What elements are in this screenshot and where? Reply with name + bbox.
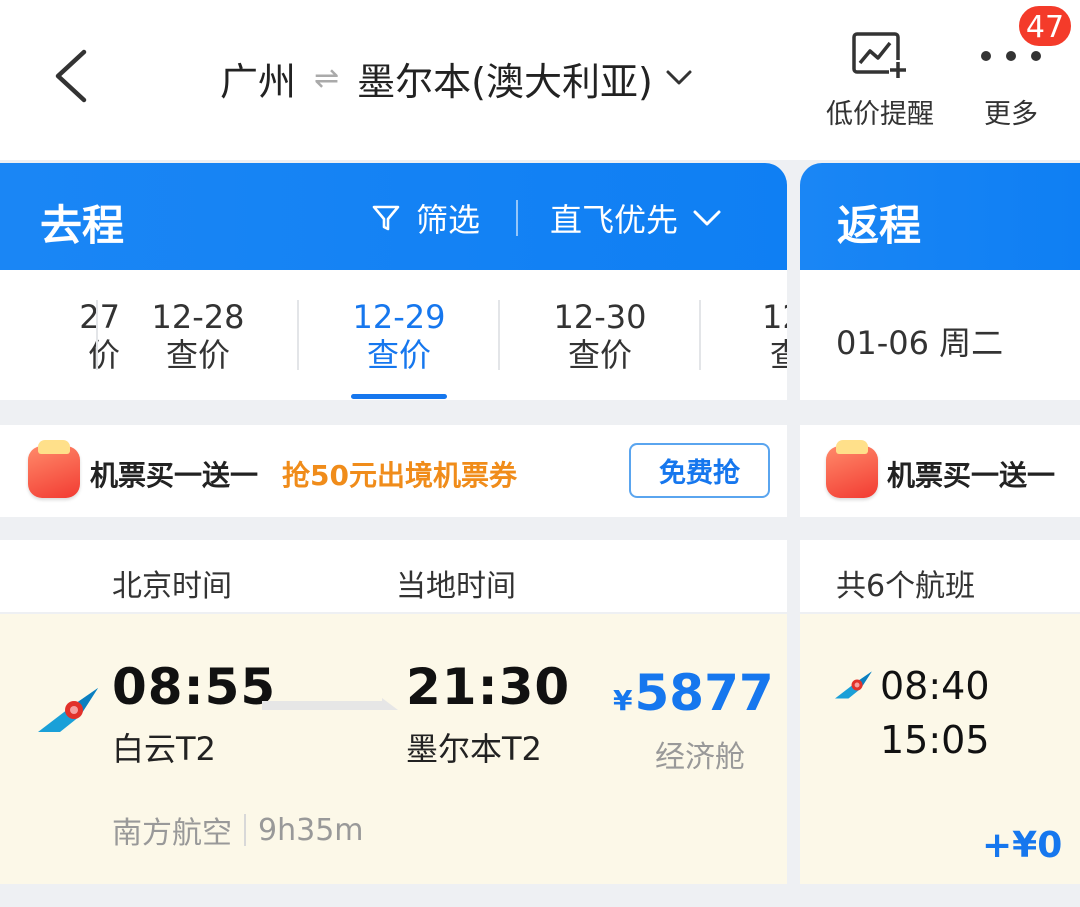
toolbar-divider xyxy=(516,200,519,236)
departure-airport: 白云T2 xyxy=(112,730,216,768)
arrival-time: 21:30 xyxy=(406,658,571,716)
notification-badge: 47 xyxy=(1017,4,1073,48)
cabin-class: 经济舱 xyxy=(655,740,745,775)
price-value: 5877 xyxy=(634,664,774,722)
local-time-label: 当地时间 xyxy=(396,569,516,604)
date-tab-12-29[interactable]: 12-29 查价 xyxy=(299,298,499,374)
promo-text: 机票买一送一 xyxy=(90,459,259,492)
filter-label: 筛选 xyxy=(416,201,481,239)
departure-time: 08:55 xyxy=(112,658,277,716)
chevron-down-icon xyxy=(693,210,721,226)
route-selector[interactable]: 广州 ⇌ 墨尔本(澳大利亚) xyxy=(220,48,693,108)
red-envelope-icon xyxy=(28,440,80,498)
back-button[interactable] xyxy=(40,40,110,110)
flight-price: ¥5877 xyxy=(613,664,774,722)
return-count-row: 共6个航班 xyxy=(800,540,1080,612)
chevron-down-icon xyxy=(666,70,692,85)
time-header-row: 北京时间 当地时间 xyxy=(0,540,787,612)
destination-city: 墨尔本(澳大利亚) xyxy=(357,59,653,104)
filter-button[interactable]: 筛选 xyxy=(370,195,480,241)
date-selector: 27 价 12-28 查价 12-29 查价 12-30 查价 12 查 xyxy=(0,270,787,400)
claim-coupon-button[interactable]: 免费抢 xyxy=(629,443,770,498)
return-arrival-time: 15:05 xyxy=(880,718,990,762)
flight-arrow-icon xyxy=(262,698,398,710)
chevron-left-icon xyxy=(55,49,87,103)
beijing-time-label: 北京时间 xyxy=(112,569,232,604)
origin-city: 广州 xyxy=(220,59,297,104)
date-tab-12-28[interactable]: 12-28 查价 xyxy=(98,298,298,374)
airline-name: 南方航空 xyxy=(112,816,232,851)
more-label: 更多 xyxy=(984,99,1038,130)
promo-coupon-text: 抢50元出境机票券 xyxy=(282,459,517,492)
date-tab-12-30[interactable]: 12-30 查价 xyxy=(500,298,700,374)
date-tab-next[interactable]: 12 查 xyxy=(762,298,787,374)
selected-date-indicator xyxy=(351,394,447,399)
swap-arrow-icon: ⇌ xyxy=(314,60,340,96)
flight-meta: 南方航空 9h35m xyxy=(112,808,364,852)
return-title: 返程 xyxy=(837,201,922,250)
date-divider xyxy=(699,300,701,370)
sort-label: 直飞优先 xyxy=(550,201,679,239)
red-envelope-icon xyxy=(826,440,878,498)
return-date-selector[interactable]: 01-06 周二 xyxy=(800,270,1080,400)
china-southern-logo-icon xyxy=(835,671,872,699)
more-dots-icon xyxy=(981,51,1041,61)
return-extra-price: +¥0 xyxy=(982,825,1063,866)
chart-plus-icon xyxy=(852,32,907,78)
currency-symbol: ¥ xyxy=(613,684,633,717)
price-alert-label: 低价提醒 xyxy=(826,99,934,130)
return-promo-text: 机票买一送一 xyxy=(887,459,1056,492)
china-southern-logo-icon xyxy=(38,688,98,732)
arrival-airport: 墨尔本T2 xyxy=(406,730,542,768)
return-date: 01-06 周二 xyxy=(836,324,1004,362)
return-departure-time: 08:40 xyxy=(880,664,990,708)
sort-dropdown[interactable]: 直飞优先 xyxy=(550,195,722,241)
outbound-title: 去程 xyxy=(40,201,125,250)
price-alert-button[interactable]: 低价提醒 xyxy=(815,28,945,131)
meta-divider xyxy=(244,814,246,846)
outbound-toolbar: 筛选 直飞优先 xyxy=(370,196,722,240)
return-flight-count: 共6个航班 xyxy=(836,569,976,604)
funnel-icon xyxy=(372,205,400,231)
flight-duration: 9h35m xyxy=(258,812,364,848)
